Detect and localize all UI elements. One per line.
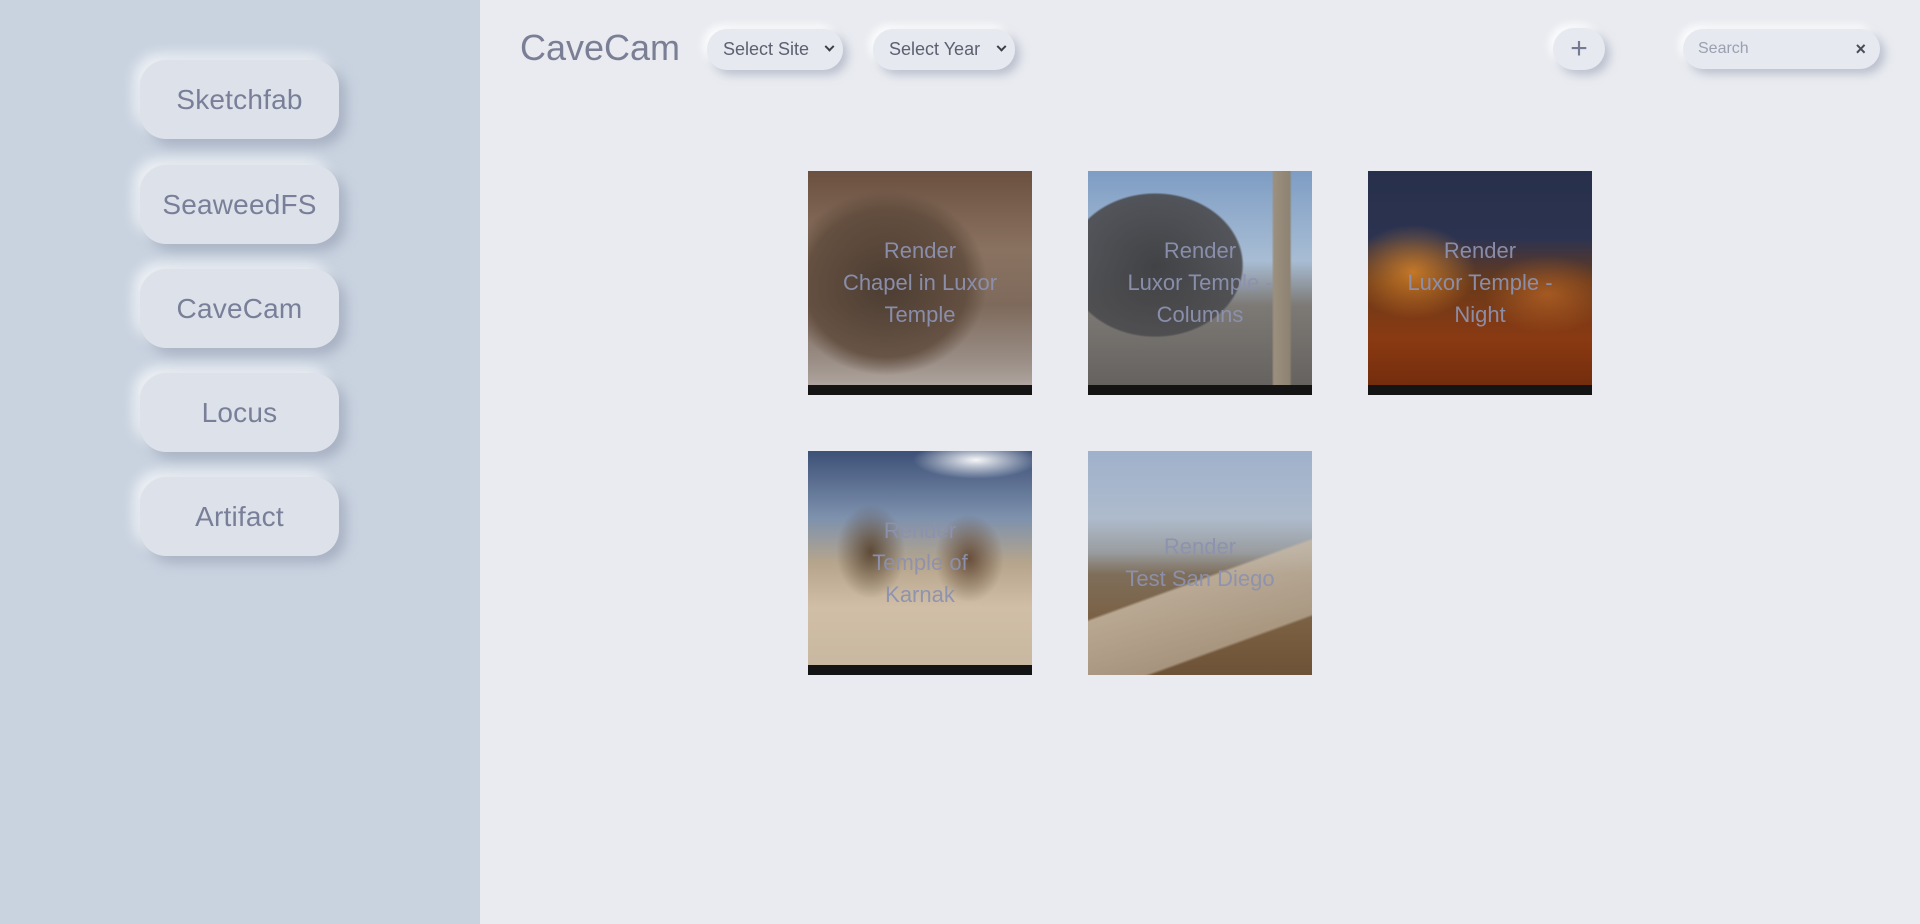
tile-caption-line: Luxor Temple - [1407, 270, 1553, 295]
tile-bottom-strip [808, 665, 1032, 675]
tile-caption-line: Render [1443, 238, 1517, 263]
tile-caption: Render Luxor Temple - Columns [1088, 171, 1312, 395]
tile-caption-line: Render [1163, 238, 1237, 263]
tile-caption-line: Render [883, 518, 957, 543]
render-tile[interactable]: Render Temple of Karnak [808, 451, 1032, 675]
sidebar: Sketchfab SeaweedFS CaveCam Locus Artifa… [0, 0, 480, 924]
year-select[interactable]: Select Year [873, 29, 1015, 70]
tile-caption-line: Chapel in Luxor [842, 270, 998, 295]
chevron-down-icon [996, 41, 1007, 52]
tile-caption: Render Temple of Karnak [808, 451, 1032, 675]
sidebar-item-cavecam[interactable]: CaveCam [140, 269, 339, 348]
tile-caption-line: Test San Diego [1125, 566, 1275, 591]
tile-caption: Render Test San Diego [1088, 451, 1312, 675]
render-tile[interactable]: Render Chapel in Luxor Temple [808, 171, 1032, 395]
render-tile[interactable]: Render Luxor Temple - Night [1368, 171, 1592, 395]
search-box: × [1683, 29, 1880, 69]
plus-icon: + [1570, 32, 1588, 65]
tile-caption-line: Render [883, 238, 957, 263]
tile-bottom-strip [1368, 385, 1592, 395]
chevron-down-icon [824, 41, 835, 52]
render-tile[interactable]: Render Test San Diego [1088, 451, 1312, 675]
tile-caption-line: Render [1163, 534, 1237, 559]
tile-caption-line: Columns [1156, 302, 1244, 327]
tile-caption: Render Luxor Temple - Night [1368, 171, 1592, 395]
tile-caption-line: Temple [884, 302, 956, 327]
site-select[interactable]: Select Site [707, 29, 843, 70]
tile-bottom-strip [808, 385, 1032, 395]
sidebar-item-locus[interactable]: Locus [140, 373, 339, 452]
tile-caption-line: Night [1454, 302, 1506, 327]
site-select-label: Select Site [723, 39, 810, 59]
tile-caption-line: Luxor Temple - [1127, 270, 1273, 295]
tile-caption-line: Temple of [872, 550, 968, 575]
sidebar-item-sketchfab[interactable]: Sketchfab [140, 60, 339, 139]
sidebar-item-artifact[interactable]: Artifact [140, 477, 339, 556]
render-tile[interactable]: Render Luxor Temple - Columns [1088, 171, 1312, 395]
tile-caption: Render Chapel in Luxor Temple [808, 171, 1032, 395]
add-button[interactable]: + [1553, 28, 1605, 70]
page-title: CaveCam [520, 27, 681, 68]
search-input[interactable] [1683, 40, 1833, 58]
tile-bottom-strip [1088, 385, 1312, 395]
close-icon[interactable]: × [1855, 39, 1866, 60]
sidebar-item-seaweedfs[interactable]: SeaweedFS [140, 165, 339, 244]
tile-caption-line: Karnak [885, 582, 955, 607]
year-select-label: Select Year [889, 39, 981, 59]
